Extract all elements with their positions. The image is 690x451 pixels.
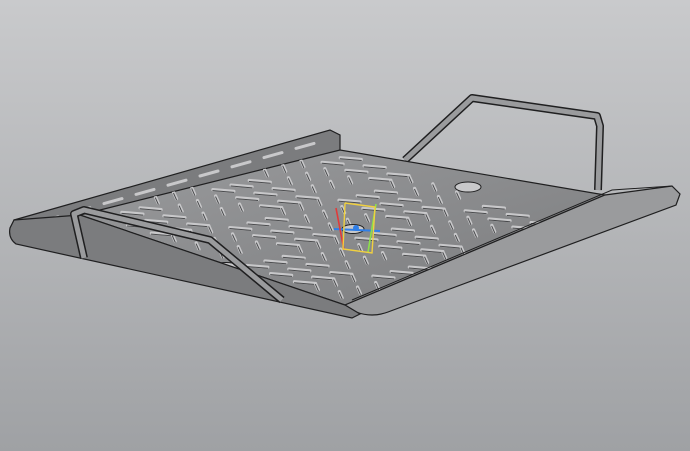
cad-3d-viewport[interactable] [0, 0, 690, 451]
round-hole [454, 181, 482, 193]
cad-scene[interactable] [0, 0, 690, 451]
